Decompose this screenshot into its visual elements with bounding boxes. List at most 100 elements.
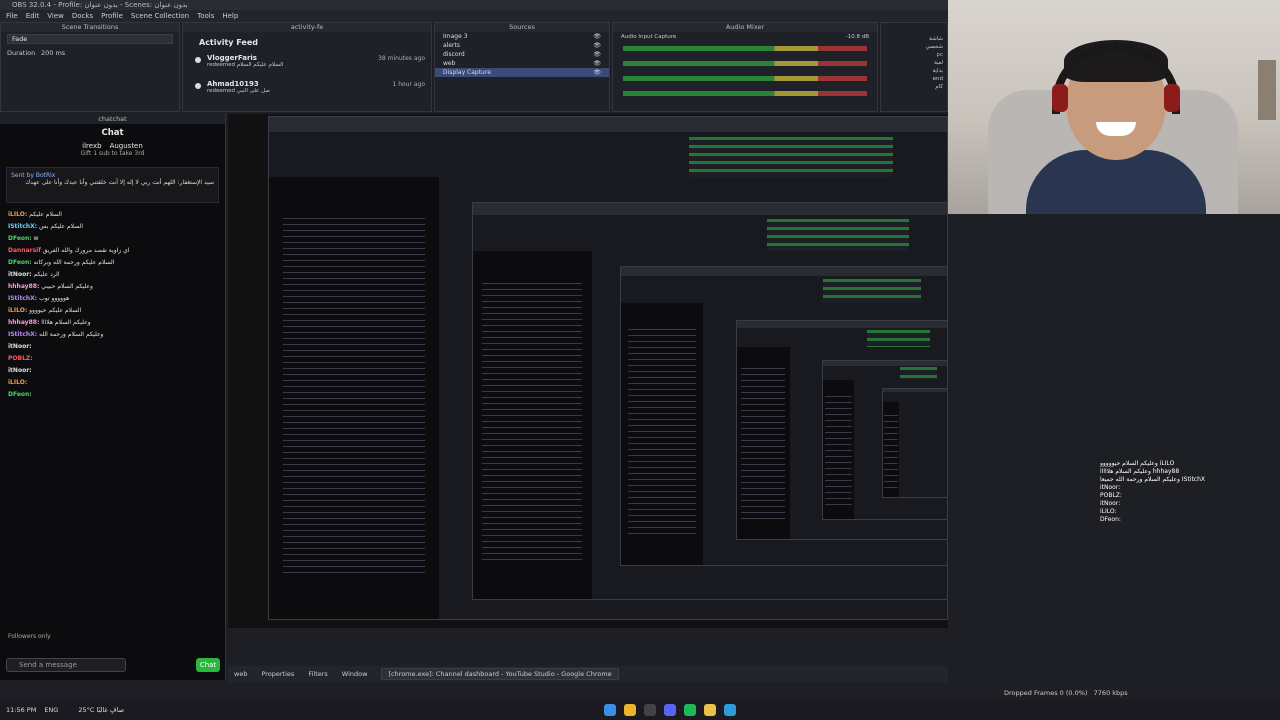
- echo-line: DFeon:: [1100, 516, 1121, 523]
- volume-meter: [623, 76, 867, 81]
- menu-scene-collection[interactable]: Scene Collection: [131, 10, 189, 22]
- menu-help[interactable]: Help: [222, 10, 238, 22]
- source-item[interactable]: Image 3 👁: [435, 32, 609, 41]
- obs-icon[interactable]: [644, 704, 657, 716]
- folder-icon[interactable]: [704, 704, 717, 716]
- obs-preview[interactable]: [228, 114, 948, 628]
- headset-earcup: [1052, 84, 1068, 112]
- stats-bar: Dropped Frames 0 (0.0%) 7760 kbps: [1004, 689, 1128, 697]
- source-item[interactable]: alerts 👁: [435, 41, 609, 50]
- chat-message: itNoor: الرد عليكم: [8, 271, 60, 278]
- chat-message: IStitchX: هووووو توب: [8, 295, 70, 302]
- pinned-text: سيد الإستغفار: اللهم أنت ربي لا إله إلا …: [25, 179, 214, 186]
- chat-messages: iLILO: السلام عليكم IStitchX: السلام علي…: [0, 209, 225, 401]
- chat-message: hhhay88: وعليكم السلام هلاااا: [8, 319, 91, 326]
- headset-earcup: [1164, 84, 1180, 112]
- volume-meter: [623, 61, 867, 66]
- chat-message: DFeon:: [8, 391, 32, 398]
- pinned-message: Sent by BotRix سيد الإستغفار: اللهم أنت …: [6, 167, 219, 203]
- menu-tools[interactable]: Tools: [197, 10, 214, 22]
- chat-input[interactable]: Send a message: [6, 658, 126, 672]
- source-item[interactable]: Display Capture 👁: [435, 68, 609, 77]
- chat-message: iLILO: السلام عليكم: [8, 211, 62, 218]
- scene-item[interactable]: كام: [885, 83, 943, 91]
- window-select[interactable]: [chrome.exe]: Channel dashboard - YouTub…: [381, 668, 619, 680]
- chrome-icon[interactable]: [624, 704, 637, 716]
- chat-message: IStitchX: السلام عليكم بس: [8, 223, 84, 230]
- feed-item[interactable]: Ahmad10193 redeemed صل على النبي 1 hour …: [183, 77, 431, 103]
- duration-label: Duration: [7, 49, 36, 57]
- points-icon: [195, 57, 201, 63]
- source-label: Image 3: [443, 33, 468, 40]
- top-gifters: ilrexb Augusten: [0, 142, 225, 150]
- scene-item[interactable]: شاشة: [885, 35, 943, 43]
- discord-icon[interactable]: [664, 704, 677, 716]
- menu-view[interactable]: View: [47, 10, 64, 22]
- echo-line: وعليكم السلام حيووووو iLILO: [1100, 460, 1175, 467]
- source-item[interactable]: discord 👁: [435, 50, 609, 59]
- taskbar: 11:56 PM ENG 25°C صافٍ غالبًا: [0, 700, 1280, 720]
- scene-item[interactable]: لعبة: [885, 59, 943, 67]
- feed-time: 38 minutes ago: [378, 55, 425, 62]
- eye-icon[interactable]: 👁: [593, 69, 601, 76]
- feed-time: 1 hour ago: [392, 81, 425, 88]
- eye-icon[interactable]: 👁: [593, 42, 601, 49]
- menu-profile[interactable]: Profile: [101, 10, 123, 22]
- clock[interactable]: 11:56 PM: [6, 706, 36, 714]
- dock-title: chatchat: [0, 114, 225, 124]
- menu-edit[interactable]: Edit: [26, 10, 40, 22]
- dock-title: Audio Mixer: [613, 23, 877, 32]
- feed-item[interactable]: VloggerFaris redeemed السلام عليكم السلا…: [183, 51, 431, 77]
- echo-line: itNoor:: [1100, 500, 1121, 507]
- source-item[interactable]: web 👁: [435, 59, 609, 68]
- webcam-overlay: [948, 0, 1280, 214]
- properties-button[interactable]: Properties: [261, 670, 294, 678]
- chat-send-button[interactable]: Chat: [196, 658, 220, 672]
- dropped-frames: Dropped Frames 0 (0.0%): [1004, 689, 1088, 697]
- chat-message: POBLZ:: [8, 355, 33, 362]
- menu-file[interactable]: File: [6, 10, 18, 22]
- echo-line: وعليكم السلام هلااااا hhhay88: [1100, 468, 1180, 475]
- echo-line: itNoor:: [1100, 484, 1121, 491]
- duration-row: Duration 200 ms: [1, 46, 179, 60]
- filters-button[interactable]: Filters: [308, 670, 327, 678]
- points-icon: [195, 83, 201, 89]
- scene-item[interactable]: end: [885, 75, 943, 83]
- scene-item[interactable]: بداية: [885, 67, 943, 75]
- gifter-sub: Gift 1 sub to take 3rd: [80, 150, 145, 157]
- duration-input[interactable]: 200 ms: [41, 49, 65, 57]
- language-indicator[interactable]: ENG: [44, 706, 58, 714]
- preview-nest-6: [882, 388, 948, 498]
- mixer-channel: Audio Input Capture -10.8 dB: [613, 32, 877, 42]
- activity-feed-title: Activity Feed: [199, 38, 258, 47]
- channel-name: Audio Input Capture: [621, 34, 677, 40]
- scene-item[interactable]: pc: [885, 51, 943, 59]
- eye-icon[interactable]: 👁: [593, 60, 601, 67]
- gifter-user[interactable]: ilrexb: [82, 142, 101, 150]
- spotify-icon[interactable]: [684, 704, 697, 716]
- chat-message: itNoor:: [8, 343, 32, 350]
- volume-meter: [623, 46, 867, 51]
- source-toolbar: web Properties Filters Window [chrome.ex…: [228, 666, 948, 682]
- eye-icon[interactable]: 👁: [593, 33, 601, 40]
- echo-line: POBLZ:: [1100, 492, 1122, 499]
- dock-title: Sources: [435, 23, 609, 32]
- edge-icon[interactable]: [724, 704, 737, 716]
- chat-message: DFeon: w: [8, 235, 39, 242]
- channel-db: -10.8 dB: [845, 34, 869, 40]
- window-label: Window: [341, 670, 368, 678]
- dock-title: Scene Transitions: [1, 23, 179, 32]
- start-icon[interactable]: [604, 704, 617, 716]
- eye-icon[interactable]: 👁: [593, 51, 601, 58]
- weather-widget[interactable]: 25°C صافٍ غالبًا: [78, 706, 124, 714]
- transition-select[interactable]: Fade: [7, 34, 173, 44]
- pinned-by: Sent by BotRix: [11, 172, 56, 179]
- scene-item[interactable]: شخصي: [885, 43, 943, 51]
- shelf: [1258, 60, 1276, 120]
- dock-title: activity-fe: [183, 23, 431, 32]
- menu-docks[interactable]: Docks: [72, 10, 93, 22]
- volume-meter: [623, 91, 867, 96]
- gifter-user[interactable]: Augusten: [110, 142, 143, 150]
- scene-transitions-dock: Scene Transitions Fade Duration 200 ms: [0, 22, 180, 112]
- scenes-dock: شاشة شخصي pc لعبة بداية end كام: [880, 22, 948, 112]
